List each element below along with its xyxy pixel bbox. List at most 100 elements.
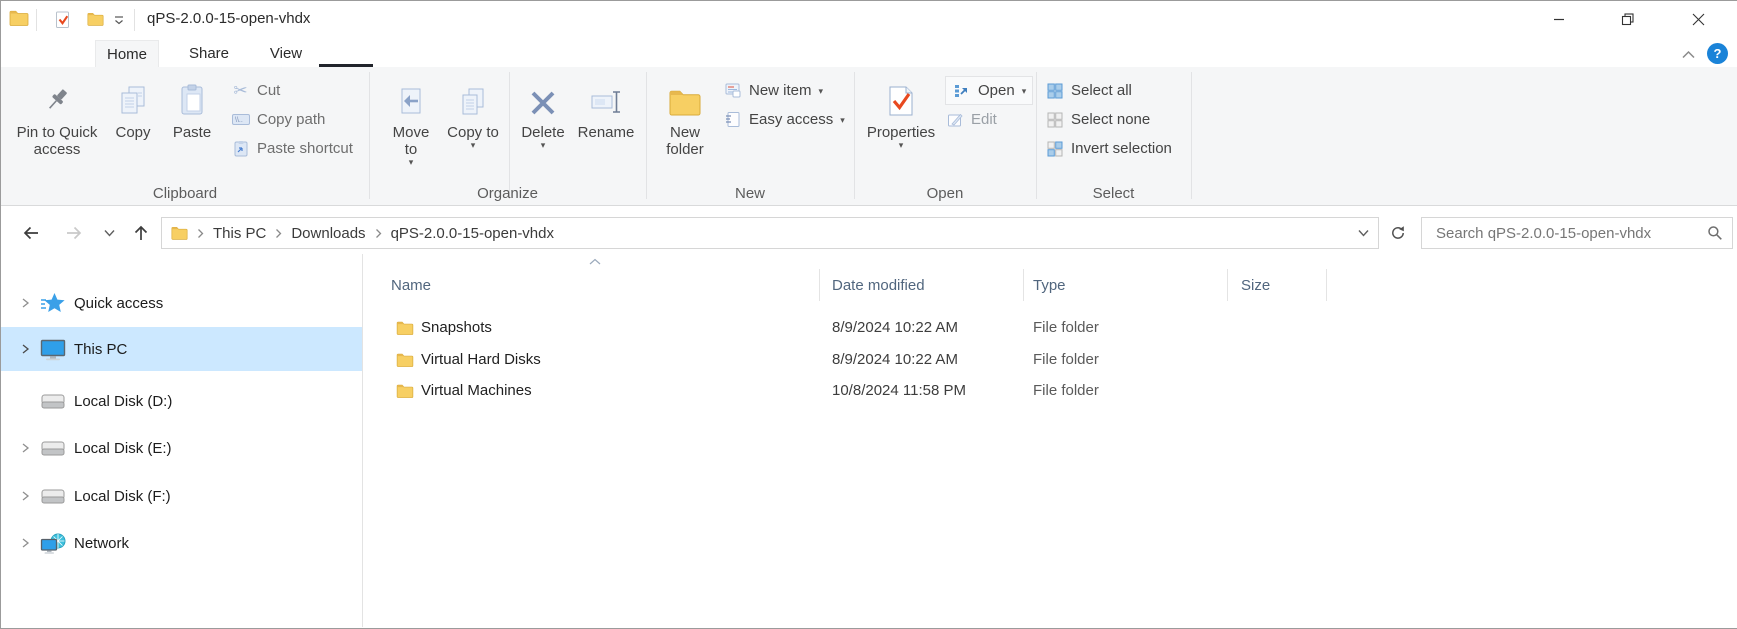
breadcrumb-this-pc[interactable]: This PC <box>213 225 266 242</box>
column-divider[interactable] <box>1227 269 1228 301</box>
sidebar-item-local-disk-f[interactable]: Local Disk (F:) <box>1 474 362 518</box>
new-item-icon <box>723 83 742 98</box>
collapse-ribbon-button[interactable] <box>1675 44 1701 64</box>
file-name: Virtual Hard Disks <box>421 351 541 368</box>
move-to-button[interactable]: Move to ▾ <box>385 72 437 182</box>
file-row-snapshots[interactable]: Snapshots 8/9/2024 10:22 AM File folder <box>363 312 1731 343</box>
group-separator <box>1191 72 1192 199</box>
address-bar[interactable]: This PC Downloads qPS-2.0.0-15-open-vhdx <box>161 217 1379 249</box>
file-type: File folder <box>1033 351 1099 368</box>
rename-button[interactable]: Rename <box>573 72 639 182</box>
select-none-button[interactable]: Select none <box>1045 105 1172 134</box>
sidebar-item-quick-access[interactable]: Quick access <box>1 281 362 325</box>
sidebar-item-local-disk-d[interactable]: Local Disk (D:) <box>1 379 362 423</box>
dropdown-arrow-icon: ▾ <box>408 157 414 167</box>
file-list-pane: Name Date modified Type Size Snapshots 8… <box>363 254 1737 627</box>
chevron-right-icon <box>375 228 382 239</box>
new-item-button[interactable]: New item ▾ <box>723 76 845 105</box>
file-type: File folder <box>1033 319 1099 336</box>
column-header-name[interactable]: Name <box>391 267 431 303</box>
up-icon <box>134 225 148 240</box>
paste-icon <box>177 75 207 117</box>
file-row-virtual-machines[interactable]: Virtual Machines 10/8/2024 11:58 PM File… <box>363 375 1731 406</box>
invert-selection-button[interactable]: Invert selection <box>1045 134 1172 163</box>
group-label-organize: Organize <box>477 185 538 202</box>
file-date-modified: 8/9/2024 10:22 AM <box>832 319 958 336</box>
column-divider[interactable] <box>819 269 820 301</box>
folder-quick-icon[interactable] <box>87 12 104 26</box>
sidebar-item-this-pc[interactable]: This PC <box>1 327 362 371</box>
expand-chevron-icon[interactable] <box>18 343 32 355</box>
qat-customize-icon[interactable] <box>113 14 125 26</box>
up-button[interactable] <box>125 217 157 249</box>
close-icon <box>1692 13 1704 25</box>
refresh-button[interactable] <box>1383 217 1413 249</box>
tab-share[interactable]: Share <box>177 40 241 67</box>
tab-view[interactable]: View <box>254 40 318 67</box>
cut-button[interactable]: ✂ Cut <box>231 76 353 105</box>
column-divider[interactable] <box>1023 269 1024 301</box>
group-separator <box>854 72 855 199</box>
folder-icon <box>396 375 414 406</box>
paste-button[interactable]: Paste <box>163 72 221 182</box>
restore-button[interactable] <box>1602 1 1654 37</box>
expand-chevron-icon[interactable] <box>18 490 32 502</box>
file-row-virtual-hard-disks[interactable]: Virtual Hard Disks 8/9/2024 10:22 AM Fil… <box>363 344 1731 375</box>
properties-quick-icon[interactable] <box>54 11 71 29</box>
file-type: File folder <box>1033 382 1099 399</box>
delete-icon <box>529 75 557 117</box>
minimize-icon <box>1554 18 1564 21</box>
disk-icon <box>39 489 67 504</box>
column-header-date-modified[interactable]: Date modified <box>832 267 925 303</box>
forward-button[interactable] <box>57 217 91 249</box>
back-icon <box>23 226 38 240</box>
expand-chevron-icon[interactable] <box>18 442 32 454</box>
search-icon[interactable] <box>1707 225 1723 241</box>
file-name: Virtual Machines <box>421 382 532 399</box>
new-folder-button[interactable]: New folder <box>655 72 715 182</box>
paste-shortcut-button[interactable]: Paste shortcut <box>231 134 353 163</box>
tab-home[interactable]: Home <box>95 40 159 67</box>
search-box <box>1421 217 1733 249</box>
select-all-button[interactable]: Select all <box>1045 76 1172 105</box>
restore-icon <box>1621 12 1634 25</box>
group-separator <box>509 72 510 199</box>
chevron-right-icon <box>197 228 204 239</box>
copy-path-button[interactable]: \\.. Copy path <box>231 105 353 134</box>
group-label-clipboard: Clipboard <box>152 185 218 202</box>
address-dropdown-button[interactable] <box>1352 218 1374 248</box>
delete-button[interactable]: Delete ▾ <box>517 72 569 182</box>
sidebar-item-local-disk-e[interactable]: Local Disk (E:) <box>1 426 362 470</box>
dropdown-arrow-icon: ▾ <box>1021 85 1027 96</box>
properties-button[interactable]: Properties ▾ <box>865 72 937 182</box>
search-input[interactable] <box>1434 223 1707 243</box>
expand-chevron-icon[interactable] <box>18 537 32 549</box>
expand-chevron-icon[interactable] <box>18 297 32 309</box>
sort-asc-icon <box>588 258 602 265</box>
column-divider[interactable] <box>1326 269 1327 301</box>
edit-button[interactable]: Edit <box>945 105 1033 134</box>
star-icon <box>39 292 67 315</box>
sidebar-item-network[interactable]: Network <box>1 521 362 565</box>
easy-access-button[interactable]: Easy access ▾ <box>723 105 845 134</box>
column-header-size[interactable]: Size <box>1241 267 1270 303</box>
minimize-button[interactable] <box>1533 1 1585 37</box>
breadcrumb-current-folder[interactable]: qPS-2.0.0-15-open-vhdx <box>391 225 554 242</box>
back-button[interactable] <box>14 217 48 249</box>
scissors-icon: ✂ <box>233 81 248 100</box>
close-button[interactable] <box>1672 1 1724 37</box>
group-separator <box>646 72 647 199</box>
folder-icon <box>171 226 188 240</box>
help-button[interactable]: ? <box>1707 43 1728 64</box>
copy-to-button[interactable]: Copy to ▾ <box>447 72 499 182</box>
column-header-type[interactable]: Type <box>1033 267 1066 303</box>
folder-icon <box>396 312 414 343</box>
pin-to-quick-access-button[interactable]: Pin to Quick access <box>11 72 103 182</box>
recent-locations-button[interactable] <box>97 217 121 249</box>
rename-icon <box>590 75 622 117</box>
open-button[interactable]: Open ▾ <box>945 76 1034 105</box>
breadcrumb-downloads[interactable]: Downloads <box>291 225 365 242</box>
copy-button[interactable]: Copy <box>105 72 161 182</box>
disk-icon <box>39 394 67 409</box>
svg-text:\\..: \\.. <box>235 117 243 124</box>
